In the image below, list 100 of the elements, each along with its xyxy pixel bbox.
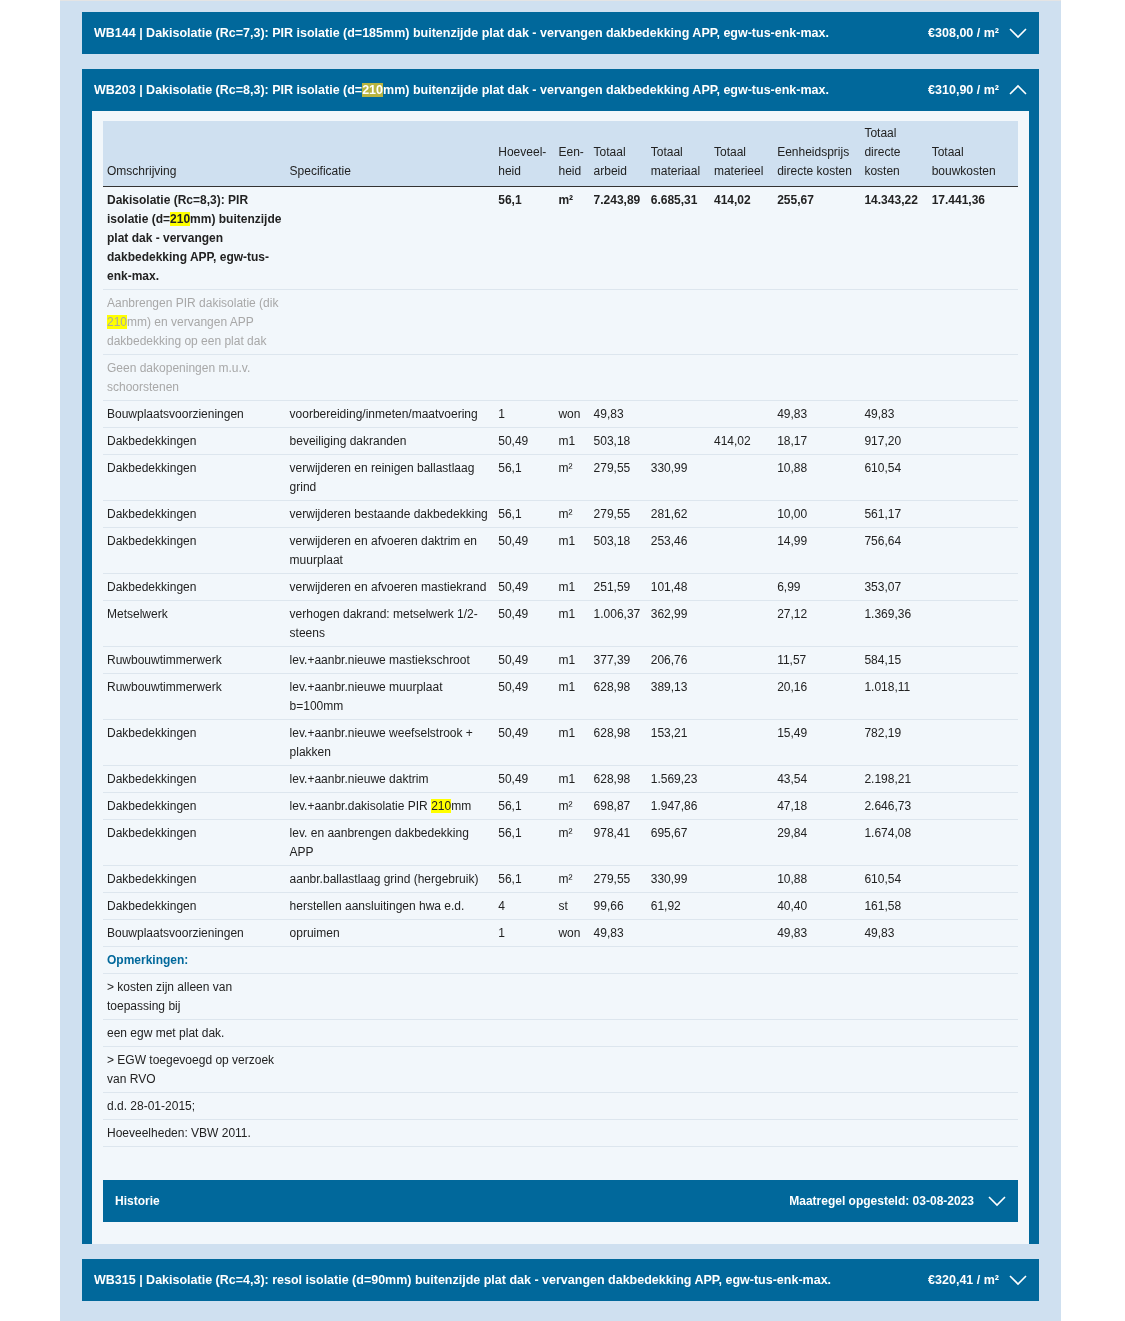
total-cell-text: 56,1 [498,192,523,209]
table-cell-text: 27,12 [777,606,809,623]
table-cell-text: Dakbedekkingen [107,506,198,523]
table-cell-text: 49,83 [593,406,625,423]
chevron-down-icon[interactable] [1009,27,1027,39]
chevron-down-icon[interactable] [988,1195,1006,1207]
table-cell-text: 917,20 [864,433,903,450]
table-cell-text: 628,98 [593,771,632,788]
remark-text: d.d. 28-01-2015; [107,1098,197,1115]
table-cell-text: 978,41 [593,825,632,842]
table-cell-text: 29,84 [777,825,809,842]
table-cell-text: 6,99 [777,579,802,596]
table-cell-text: 10,88 [777,460,809,477]
table-cell-text: 1.018,11 [864,679,912,696]
chevron-up-icon[interactable] [1009,84,1027,96]
table-cell-text: 584,15 [864,652,903,669]
table-cell-text: 756,64 [864,533,903,550]
table-cell-text: verwijderen en reinigen ballastlaag grind [289,460,476,496]
table-cell-text: lev.+aanbr.nieuwe daktrim [289,771,430,788]
table-cell-text: 330,99 [650,460,689,477]
table-cell-text: 101,48 [650,579,689,596]
table-cell-text: 14,99 [777,533,809,550]
table-cell-text: 49,83 [593,925,625,942]
table-cell-text: 49,83 [777,925,809,942]
table-cell-text: 61,92 [650,898,682,915]
table-cell-text: 1 [498,406,506,423]
table-cell-text: 251,59 [593,579,632,596]
description-note: Geen dakopeningen m.u.v. schoorstenen [107,360,252,396]
table-cell-text: 1.674,08 [864,825,913,842]
column-header: Omschrijving [103,121,286,187]
table-cell-text: 50,49 [498,579,530,596]
history-header[interactable]: Historie Maatregel opgesteld: 03-08-2023 [103,1180,1018,1222]
table-cell-text: Dakbedekkingen [107,579,198,596]
chevron-down-icon[interactable] [1009,1274,1027,1286]
table-cell-text: 50,49 [498,606,530,623]
price-text: €308,00 / m² [928,24,999,42]
table-cell-text: 4 [498,898,506,915]
remark-text: > EGW toegevoegd op verzoek van RVO [107,1052,276,1088]
table-cell-text: 56,1 [498,506,523,523]
remark-text: Hoeveelheden: VBW 2011. [107,1125,252,1142]
table-cell-text: 43,54 [777,771,809,788]
table-cell-text: 389,13 [650,679,689,696]
table-cell-text: m² [558,798,574,815]
table-cell-text: opruimen [289,925,341,942]
total-cell-text: 17.441,36 [931,192,987,209]
table-cell-text: 1.947,86 [650,798,699,815]
table-cell-text: 503,18 [593,533,632,550]
table-cell-text: 56,1 [498,798,523,815]
column-header: Totaal bouwkosten [927,121,1018,187]
table-cell-text: 2.198,21 [864,771,913,788]
remark-text: een egw met plat dak. [107,1025,226,1042]
panel-title: WB315 | Dakisolatie (Rc=4,3): resol isolatie (d=90mm) buitenzijde plat dak - vervangen dakbedekking APP, egw-tus-enk-max. [94,1271,833,1289]
accordion-header[interactable]: WB315 | Dakisolatie (Rc=4,3): resol isolatie (d=90mm) buitenzijde plat dak - vervangen dakbedekking APP, egw-tus-enk-max. €320,41 / m² [82,1259,1039,1301]
column-header: Eenheidsprijs directe kosten [773,121,861,187]
table-cell-text: Dakbedekkingen [107,898,198,915]
table-cell-text: m1 [558,606,577,623]
table-cell-text: 20,16 [777,679,809,696]
table-cell-text: m² [558,825,574,842]
table-cell-text: m² [558,460,574,477]
table-cell-text: 56,1 [498,460,523,477]
table-cell-text: Dakbedekkingen [107,871,198,888]
table-cell-text: m1 [558,725,577,742]
table-cell-text: 1.569,23 [650,771,699,788]
table-cell-text: 49,83 [777,406,809,423]
table-cell-text: 2.646,73 [864,798,913,815]
table-cell-text: Dakbedekkingen [107,433,198,450]
table-cell-text: 1.369,36 [864,606,913,623]
table-cell-text: Ruwbouwtimmerwerk [107,652,223,669]
table-cell-text: 253,46 [650,533,689,550]
table-cell-text: 279,55 [593,871,632,888]
column-header: Een-heid [554,121,590,187]
table-cell-text: 1.006,37 [593,606,642,623]
total-cell-text: 414,02 [713,192,752,209]
table-cell-text: m1 [558,771,577,788]
accordion-header[interactable]: WB144 | Dakisolatie (Rc=7,3): PIR isolatie (d=185mm) buitenzijde plat dak - vervangen dakbedekking APP, egw-tus-enk-max. €308,00 / m² [82,12,1039,54]
table-cell-text: m1 [558,679,577,696]
table-cell-text: 695,67 [650,825,689,842]
table-cell-text: Dakbedekkingen [107,533,198,550]
table-cell-text: 698,87 [593,798,632,815]
table-cell-text: m1 [558,533,577,550]
table-cell-text: m² [558,506,574,523]
table-cell-text: 11,57 [777,652,808,669]
table-cell-text: Bouwplaatsvoorzieningen [107,406,245,423]
history-label: Historie [115,1193,161,1210]
table-cell-text: 279,55 [593,460,632,477]
table-cell-text: beveiliging dakranden [289,433,408,450]
table-cell-text: lev.+aanbr.nieuwe weefselstrook + plakken [289,725,474,761]
table-cell-text: lev. en aanbrengen dakbedekking APP [289,825,470,861]
total-cell-text: 7.243,89 [593,192,642,209]
table-cell-text: 153,21 [650,725,689,742]
table-cell-text: 279,55 [593,506,632,523]
table-cell-text: 10,00 [777,506,809,523]
table-cell-text: 40,40 [777,898,809,915]
table-cell-text: Bouwplaatsvoorzieningen [107,925,245,942]
remark-text: > kosten zijn alleen van toepassing bij [107,979,234,1015]
table-cell-text: 281,62 [650,506,689,523]
table-cell-text: 610,54 [864,871,903,888]
table-cell-text: 50,49 [498,433,530,450]
table-cell-text: 377,39 [593,652,632,669]
table-cell-text: 1 [498,925,506,942]
